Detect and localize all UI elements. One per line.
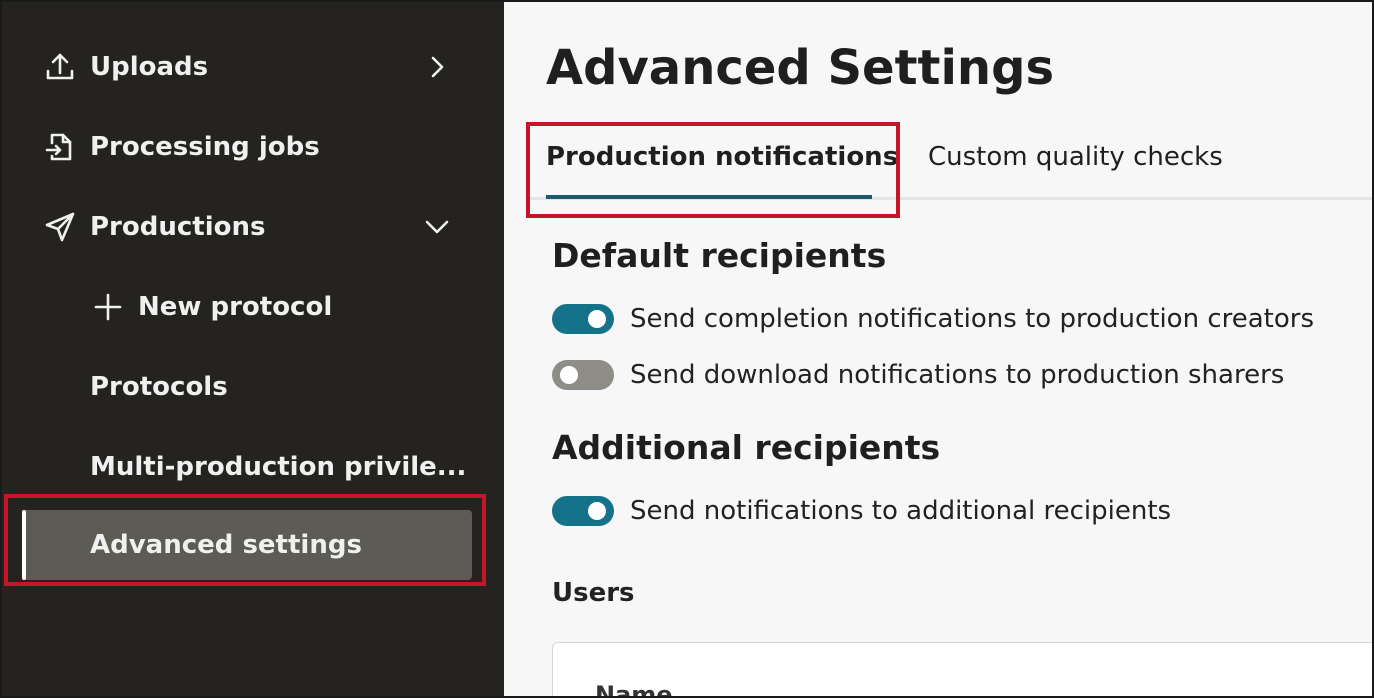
toggle-knob [588, 310, 606, 328]
toggle-row-additional-recipients: Send notifications to additional recipie… [552, 491, 1171, 531]
sidebar-item-new-protocol[interactable]: New protocol [2, 277, 504, 337]
app-window: Uploads Processing jobs Productions New … [0, 0, 1374, 698]
sidebar-item-label: Uploads [90, 52, 209, 82]
sidebar-item-label: Multi-production privile... [90, 452, 467, 482]
toggle-label: Send download notifications to productio… [630, 360, 1285, 390]
section-title-additional-recipients: Additional recipients [552, 428, 941, 467]
sidebar-item-productions[interactable]: Productions [2, 197, 504, 257]
main-content: Advanced Settings Production notificatio… [504, 2, 1372, 696]
highlight-box-tab [526, 122, 900, 218]
chevron-right-icon[interactable] [422, 52, 452, 82]
page-title: Advanced Settings [546, 40, 1055, 96]
paper-plane-icon [42, 209, 78, 245]
toggle-label: Send completion notifications to product… [630, 304, 1315, 334]
highlight-box-sidebar [4, 494, 486, 586]
chevron-down-icon[interactable] [422, 212, 452, 242]
column-header-name[interactable]: Name [595, 681, 673, 696]
users-table: Name [552, 642, 1372, 696]
file-arrow-icon [42, 129, 78, 165]
tab-custom-quality-checks[interactable]: Custom quality checks [928, 142, 1223, 172]
toggle-knob [560, 366, 578, 384]
sidebar: Uploads Processing jobs Productions New … [2, 2, 504, 696]
sidebar-item-processing-jobs[interactable]: Processing jobs [2, 117, 504, 177]
section-title-default-recipients: Default recipients [552, 236, 887, 275]
toggle-label: Send notifications to additional recipie… [630, 496, 1172, 526]
toggle-row-download-notifications: Send download notifications to productio… [552, 355, 1284, 395]
upload-icon [42, 49, 78, 85]
users-label: Users [552, 578, 635, 608]
completion-notifications-toggle[interactable] [552, 304, 614, 334]
toggle-knob [588, 502, 606, 520]
toggle-row-completion-notifications: Send completion notifications to product… [552, 299, 1314, 339]
sidebar-item-label: Processing jobs [90, 132, 320, 162]
additional-recipients-toggle[interactable] [552, 496, 614, 526]
download-notifications-toggle[interactable] [552, 360, 614, 390]
sidebar-item-multi-production-privileges[interactable]: Multi-production privile... [2, 437, 504, 497]
sidebar-item-label: Productions [90, 212, 266, 242]
sidebar-item-protocols[interactable]: Protocols [2, 357, 504, 417]
sidebar-item-label: New protocol [138, 292, 333, 322]
sidebar-item-uploads[interactable]: Uploads [2, 37, 504, 97]
sidebar-item-label: Protocols [90, 372, 228, 402]
plus-icon [90, 289, 126, 325]
